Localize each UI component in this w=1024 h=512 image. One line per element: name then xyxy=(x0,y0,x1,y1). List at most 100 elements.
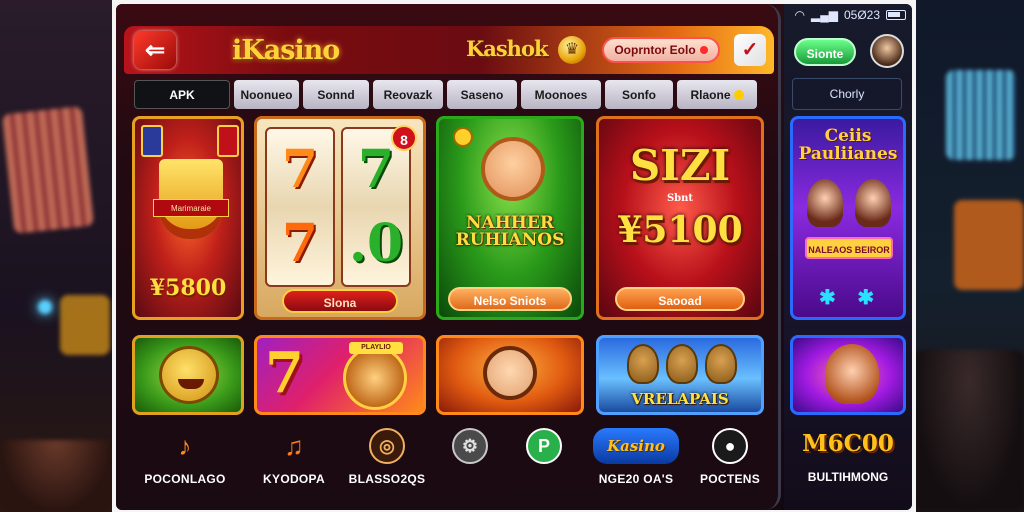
deposit-button[interactable]: Ooprntor Eolo xyxy=(602,37,720,63)
tab-sonfo[interactable]: Sonfo xyxy=(605,80,673,109)
game-title: VRELAPAIS xyxy=(631,390,729,408)
tab-label: Moonoes xyxy=(534,87,588,102)
character-avatars xyxy=(807,179,891,229)
music-logo-icon: ♫ xyxy=(284,430,304,461)
tab-apk[interactable]: APK xyxy=(134,80,230,109)
deposit-label: Ooprntor Eolo xyxy=(614,43,696,57)
dock-item[interactable]: ♪ POCONLAGO xyxy=(130,428,240,487)
badge-icon: ◎ xyxy=(369,428,405,464)
animal-icon xyxy=(705,344,737,384)
character-avatar xyxy=(825,344,879,404)
kasino-logo-icon: Kasino xyxy=(593,428,679,464)
character-avatar xyxy=(481,137,545,201)
side-panel: ◠ ▂▄▆ 05Ø23 Sionte Chorly Ceiis Pauliian… xyxy=(784,4,912,510)
game-card-girl[interactable] xyxy=(436,335,584,415)
lion-icon xyxy=(343,346,407,410)
background-right xyxy=(914,0,1024,512)
tab-label: Noonueo xyxy=(240,87,293,102)
background-left xyxy=(0,0,112,512)
wifi-icon: ◠ xyxy=(794,8,805,22)
play-button[interactable]: Slona xyxy=(282,289,398,313)
dock-item[interactable]: ◎ BLASSO2QS xyxy=(342,428,432,486)
music-note-icon: ♪ xyxy=(178,430,192,461)
slot-symbol-icons: ✱ ✱ xyxy=(819,287,883,309)
tab-sonnd[interactable]: Sonnd xyxy=(303,80,369,109)
dock-item[interactable]: ⚙ xyxy=(450,428,490,464)
side-game-card[interactable]: Ceiis Pauliianes NALEAOS BEIROR ✱ ✱ xyxy=(790,116,906,320)
game-card-green[interactable]: NAHHER RUHIANOS Nelso Sniots xyxy=(436,116,584,320)
category-tabs: APK Noonueo Sonnd Reovazk Saseno Moonoes… xyxy=(134,80,757,109)
playing-card-icon xyxy=(217,125,239,157)
tablet-screen: ⇐ iKasino Kashok ♛ Ooprntor Eolo ✓ APK N… xyxy=(116,4,912,510)
blurred-neon-sign xyxy=(954,200,1024,290)
dock-item[interactable]: ● POCTENS xyxy=(692,428,768,486)
tab-noonueo[interactable]: Noonueo xyxy=(234,80,299,109)
tab-badge-icon xyxy=(733,89,744,100)
app-logo-icon[interactable]: ⇐ xyxy=(134,31,176,69)
app-header: ⇐ iKasino Kashok ♛ Ooprntor Eolo ✓ xyxy=(124,26,774,74)
animal-icon xyxy=(627,344,659,384)
game-title: NAHHER RUHIANOS xyxy=(455,213,565,250)
play-button[interactable]: Nelso Sniots xyxy=(448,287,572,311)
tab-label: Sonfo xyxy=(622,87,656,102)
trophy-icon[interactable]: ♛ xyxy=(558,36,586,64)
person-icon: ● xyxy=(712,428,748,464)
sign-in-button[interactable]: Sionte xyxy=(794,38,856,66)
blurred-neon-sign xyxy=(60,295,110,355)
tab-saseno[interactable]: Saseno xyxy=(447,80,517,109)
side-dock-title[interactable]: M6C00 xyxy=(784,430,912,457)
dock-label: BLASSO2QS xyxy=(348,472,426,486)
status-time: 05Ø23 xyxy=(843,8,880,22)
game-prize: ¥5100 xyxy=(617,209,743,251)
character-avatar xyxy=(855,179,891,227)
tab-label: APK xyxy=(169,87,195,102)
lion-tag: PLAYLIO xyxy=(349,342,403,354)
game-title: Ceiis Pauliianes xyxy=(798,126,898,164)
animal-icons xyxy=(627,344,737,388)
dock-label: POCTENS xyxy=(699,472,761,486)
signal-icon: ▂▄▆ xyxy=(811,8,838,22)
reel-symbol: 7 xyxy=(281,139,319,200)
side-game-card[interactable] xyxy=(790,335,906,415)
dock-item[interactable]: Kasino NGE20 OA'S xyxy=(588,428,684,486)
dock-label: NGE20 OA'S xyxy=(598,472,674,486)
game-subtitle: NALEAOS BEIROR xyxy=(805,237,893,259)
reel-symbol: 7 xyxy=(281,213,319,274)
side-tab[interactable]: Chorly xyxy=(792,78,902,110)
notification-dot-icon xyxy=(699,46,708,54)
animal-icon xyxy=(666,344,698,384)
game-subtitle: Sbnt xyxy=(666,193,694,204)
game-card-red[interactable]: SIZI Sbnt ¥5100 Saooad xyxy=(596,116,764,320)
game-card-animals[interactable]: VRELAPAIS xyxy=(596,335,764,415)
tab-label: Saseno xyxy=(460,87,504,102)
character-avatar xyxy=(807,179,843,227)
blurred-neon-sign xyxy=(946,70,1016,160)
tab-label: Sonnd xyxy=(317,87,355,102)
game-card-mascot[interactable] xyxy=(132,335,244,415)
app-panel: ⇐ iKasino Kashok ♛ Ooprntor Eolo ✓ APK N… xyxy=(116,4,781,510)
brand-secondary: Kashok xyxy=(466,36,549,61)
game-title: SIZI xyxy=(629,141,731,190)
game-card-slots[interactable]: 7 7 7 .0 8 Slona xyxy=(254,116,426,320)
avatar[interactable] xyxy=(870,34,904,68)
cup-label: Marimaraie xyxy=(153,199,229,217)
seven-symbol: 7 xyxy=(265,340,304,406)
tab-rlaone[interactable]: Rlaone xyxy=(677,80,757,109)
game-card-trophy[interactable]: Marimaraie ¥5800 xyxy=(132,116,244,320)
game-title: ¥5800 xyxy=(149,275,227,301)
tab-reovazk[interactable]: Reovazk xyxy=(373,80,443,109)
level-badge: 8 xyxy=(391,125,417,151)
playing-card-icon xyxy=(141,125,163,157)
game-card-seven[interactable]: 7 PLAYLIO xyxy=(254,335,426,415)
side-dock-label: BULTIHMONG xyxy=(807,470,889,484)
dock-item[interactable]: P xyxy=(524,428,564,464)
mascot-icon xyxy=(159,346,219,404)
flag-icon[interactable]: ✓ xyxy=(734,34,766,66)
dock-label: KYODOPA xyxy=(263,472,325,486)
dock-item[interactable]: ♫ KYODOPA xyxy=(254,428,334,487)
reel-symbol: .0 xyxy=(348,213,404,274)
blurred-table xyxy=(0,440,112,512)
play-button[interactable]: Saooad xyxy=(615,287,745,311)
tab-moonoes[interactable]: Moonoes xyxy=(521,80,601,109)
tab-label: Reovazk xyxy=(383,87,433,102)
